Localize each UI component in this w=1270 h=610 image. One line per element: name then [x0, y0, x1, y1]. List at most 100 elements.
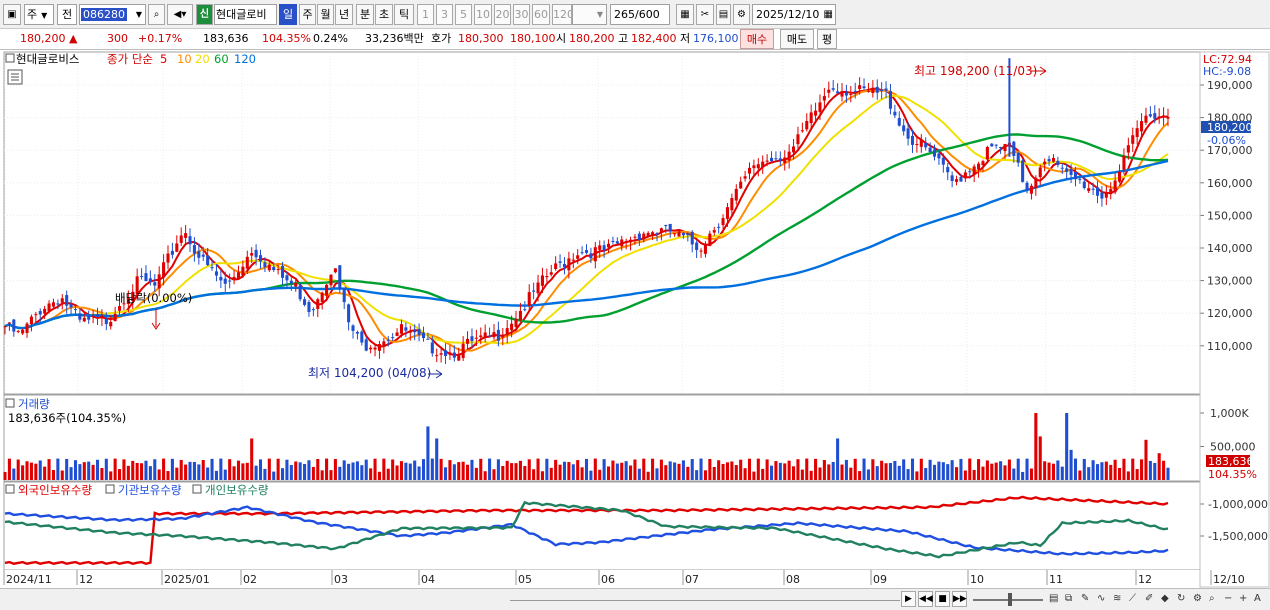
zoom-in-icon[interactable]: +	[1239, 592, 1247, 606]
low-annotation: 최저 104,200 (04/08)	[308, 366, 443, 380]
minute-preset-60[interactable]: 60	[532, 4, 550, 25]
volume-bar	[937, 461, 941, 480]
tools-icon[interactable]: ✎	[1081, 592, 1089, 606]
x-axis-label: 04	[421, 573, 435, 586]
calendar-icon[interactable]: ▦	[824, 5, 833, 24]
volume-bar	[82, 462, 86, 480]
play-icon[interactable]: ▶	[901, 591, 916, 607]
search-icon[interactable]: ⌕	[148, 4, 165, 25]
volume-bar	[673, 462, 677, 480]
period-button-2[interactable]: 월	[317, 4, 334, 25]
minute-preset-120[interactable]: 120	[552, 4, 572, 25]
volume-bar	[866, 469, 870, 480]
minute-preset-30[interactable]: 30	[513, 4, 530, 25]
volume-bar	[827, 464, 831, 480]
scissors-icon[interactable]: ✂	[696, 4, 714, 25]
zoom-icon[interactable]: ⌕	[1209, 592, 1215, 606]
volume-bar	[294, 461, 298, 480]
volume-bar	[792, 466, 796, 480]
volume-bar	[1073, 458, 1078, 480]
volume-bar	[725, 462, 730, 480]
period-button-0[interactable]: 일	[279, 4, 297, 25]
fill-tool-icon[interactable]: ◆	[1161, 592, 1169, 606]
settings-icon[interactable]: ⚙	[1193, 592, 1202, 606]
period-button-6[interactable]: 틱	[394, 4, 414, 25]
volume-bar	[316, 458, 320, 480]
stop-icon[interactable]: ■	[935, 591, 950, 607]
refresh-icon[interactable]: ↻	[1177, 592, 1185, 606]
volume-bar	[496, 459, 500, 480]
open-label: 시	[556, 32, 567, 45]
fast-forward-icon[interactable]: ▶▶	[952, 591, 967, 607]
x-axis-label: 2025/01	[164, 573, 210, 586]
volume-panel[interactable]: 거래량 183,636주(104.35%) 1,000K 500,000 183,…	[3, 394, 1257, 482]
fibo-tool-icon[interactable]: ≋	[1113, 592, 1121, 606]
gear-icon[interactable]: ⚙	[733, 4, 750, 25]
price-tick-label: 110,000	[1207, 340, 1253, 353]
volume-bar	[144, 460, 148, 480]
volume-bar	[1095, 464, 1100, 480]
volume-bar	[730, 461, 734, 480]
price-tick-label: 190,000	[1207, 79, 1253, 92]
price-tick-label: 120,000	[1207, 307, 1253, 320]
volume-bar	[241, 463, 245, 480]
period-button-3[interactable]: 년	[335, 4, 353, 25]
window-menu-icon[interactable]: ▣	[3, 4, 21, 25]
interval-select[interactable]: ▼	[572, 4, 607, 25]
volume-panel-subtitle: 183,636주(104.35%)	[8, 411, 126, 425]
period-button-5[interactable]: 초	[375, 4, 393, 25]
volume-bar	[488, 458, 492, 480]
date-field[interactable]: 2025/12/10 ▦	[752, 4, 836, 25]
market-type-select[interactable]: 주 ▼	[24, 4, 54, 25]
volume-bar	[1100, 462, 1104, 480]
ma-label: 종가 단순	[107, 52, 153, 66]
chart-area[interactable]: 최고 198,200 (11/03) 최저 104,200 (04/08) 배당…	[0, 51, 1270, 589]
volume-bar	[721, 463, 725, 480]
average-button[interactable]: 평	[817, 29, 837, 49]
minute-preset-10[interactable]: 10	[474, 4, 492, 25]
volume-bar	[38, 460, 42, 480]
volume-bar	[928, 459, 932, 480]
market-badge: 신	[196, 4, 213, 25]
volume-bar	[16, 459, 20, 480]
volume-bar	[311, 466, 315, 480]
rewind-icon[interactable]: ◀◀	[918, 591, 933, 607]
period-button-4[interactable]: 분	[356, 4, 374, 25]
x-axis-label: 03	[334, 573, 348, 586]
line-tool-icon[interactable]: ∿	[1097, 592, 1105, 606]
save-icon[interactable]: ▤	[716, 4, 731, 25]
volume-bar	[624, 461, 628, 480]
stock-code-input[interactable]: 086280 ▼	[79, 4, 146, 25]
volume-bar	[1016, 458, 1020, 480]
compare-icon[interactable]: ▤	[1049, 592, 1058, 606]
holding-panel[interactable]: 외국인보유수량 기관보유수량 개인보유수량 -1,000,000 -1,500,000	[3, 481, 1268, 571]
sell-button[interactable]: 매도	[780, 29, 814, 49]
minute-preset-20[interactable]: 20	[494, 4, 511, 25]
grid-icon[interactable]: ▦	[676, 4, 694, 25]
market-mode-button[interactable]: 전	[57, 4, 77, 25]
trend-tool-icon[interactable]: ⟋	[1129, 592, 1136, 606]
font-size-icon[interactable]: A	[1254, 592, 1261, 606]
volume-bar	[435, 438, 439, 480]
minute-preset-5[interactable]: 5	[455, 4, 472, 25]
volume-bar	[1140, 459, 1144, 480]
stock-name-field[interactable]: 현대글로비	[214, 4, 277, 25]
minute-preset-1[interactable]: 1	[417, 4, 434, 25]
count-field[interactable]: 265/600	[610, 4, 670, 25]
buy-button[interactable]: 매수	[740, 29, 774, 49]
copy-icon[interactable]: ⧉	[1065, 592, 1072, 606]
zoom-out-icon[interactable]: −	[1224, 592, 1232, 606]
period-button-1[interactable]: 주	[299, 4, 316, 25]
speaker-icon[interactable]: ◀▾	[167, 4, 193, 25]
volume-bar	[1104, 461, 1108, 480]
pen-tool-icon[interactable]: ✐	[1145, 592, 1153, 606]
volume-bar	[1087, 467, 1091, 480]
volume-bar	[972, 469, 976, 480]
zoom-slider-thumb[interactable]	[1008, 593, 1012, 606]
volume-bar	[681, 460, 685, 480]
volume-bar	[906, 469, 910, 480]
minute-preset-3[interactable]: 3	[436, 4, 453, 25]
volume-bar	[479, 458, 483, 480]
hoga-ask: 180,300	[458, 32, 504, 45]
volume-bar	[593, 458, 597, 480]
